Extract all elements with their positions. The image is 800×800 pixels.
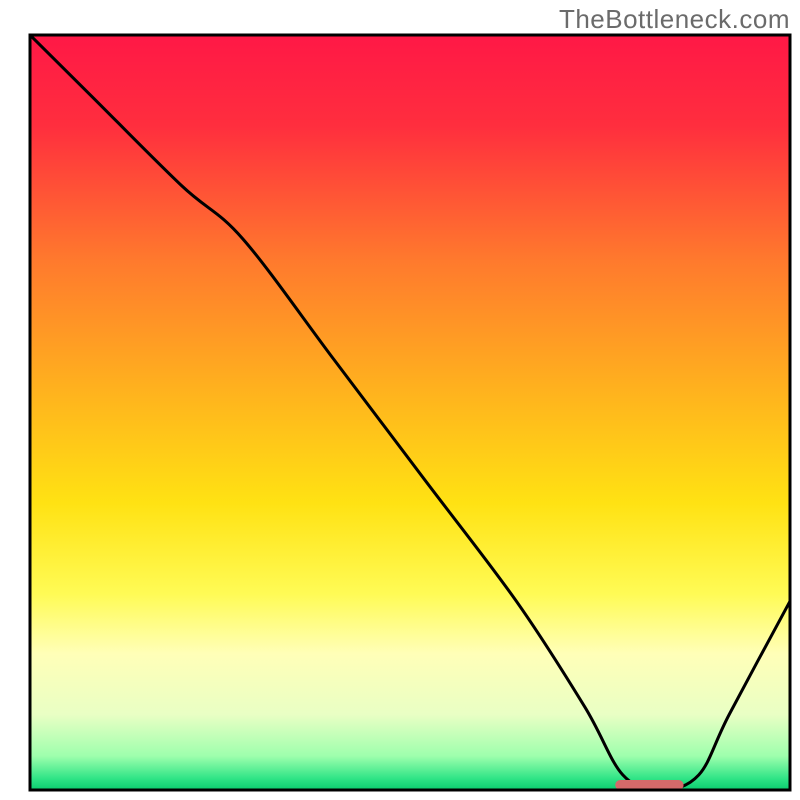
watermark-text: TheBottleneck.com: [559, 4, 790, 35]
bottleneck-chart: [0, 0, 800, 800]
chart-container: TheBottleneck.com: [0, 0, 800, 800]
